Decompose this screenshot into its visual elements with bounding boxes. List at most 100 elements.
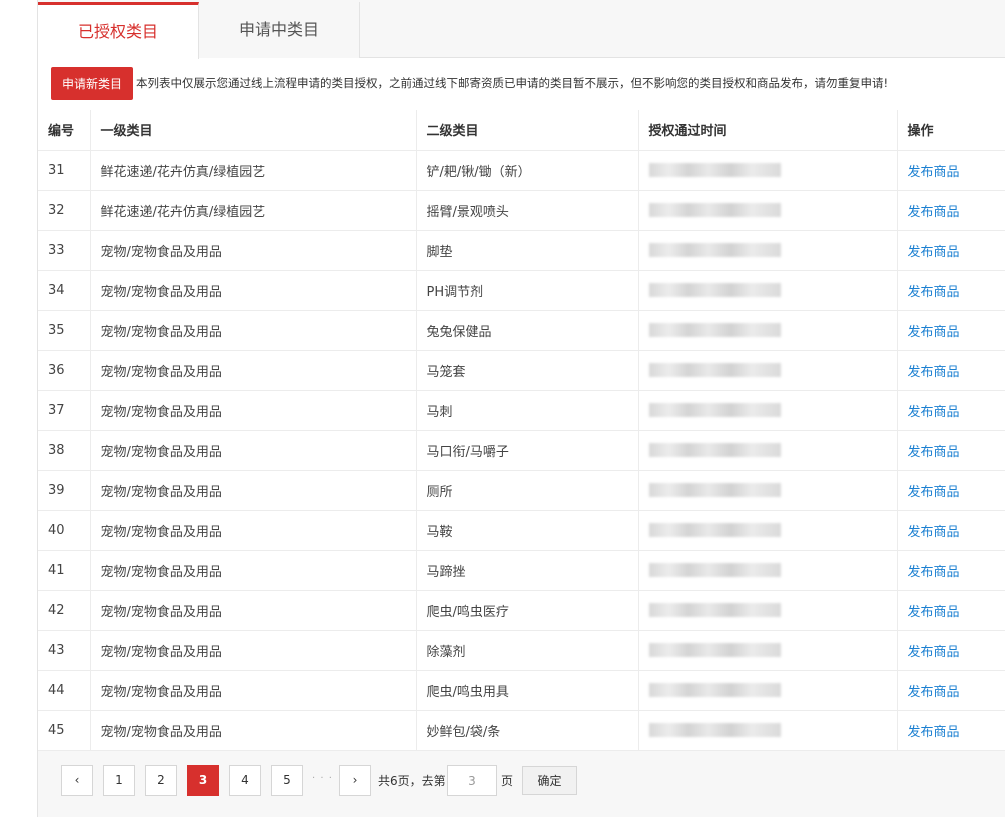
page-button-2[interactable]: 2	[145, 765, 177, 796]
tab-pending-categories[interactable]: 申请中类目	[199, 2, 360, 58]
redacted-time	[648, 643, 781, 657]
page-suffix-text: 页	[501, 774, 514, 788]
cell-approval-time	[637, 350, 897, 391]
cell-approval-time	[637, 270, 897, 311]
cell-level1-category: 宠物/宠物食品及用品	[89, 470, 416, 511]
publish-product-link[interactable]: 发布商品	[908, 685, 960, 700]
header-level1-category: 一级类目	[89, 110, 416, 151]
redacted-time	[648, 683, 781, 697]
table-row: 32 鲜花速递/花卉仿真/绿植园艺 摇臂/景观喷头 发布商品	[38, 190, 1005, 231]
page-button-5[interactable]: 5	[271, 765, 303, 796]
publish-product-link[interactable]: 发布商品	[908, 285, 960, 300]
page-ellipsis: · · ·	[312, 773, 333, 784]
cell-level1-category: 宠物/宠物食品及用品	[89, 590, 416, 631]
table-row: 37 宠物/宠物食品及用品 马刺 发布商品	[38, 390, 1005, 431]
apply-new-category-button[interactable]: 申请新类目	[51, 67, 133, 100]
publish-product-link[interactable]: 发布商品	[908, 405, 960, 420]
redacted-time	[648, 443, 781, 457]
publish-product-link[interactable]: 发布商品	[908, 365, 960, 380]
cell-id: 31	[38, 150, 90, 191]
publish-product-link[interactable]: 发布商品	[908, 205, 960, 220]
cell-action: 发布商品	[896, 310, 1005, 351]
cell-approval-time	[637, 190, 897, 231]
cell-id: 41	[38, 550, 90, 591]
header-approval-time: 授权通过时间	[637, 110, 897, 151]
table-row: 31 鲜花速递/花卉仿真/绿植园艺 铲/耙/锹/锄（新） 发布商品	[38, 150, 1005, 191]
table-row: 45 宠物/宠物食品及用品 妙鲜包/袋/条 发布商品	[38, 710, 1005, 751]
cell-id: 38	[38, 430, 90, 471]
header-id: 编号	[38, 110, 90, 151]
publish-product-link[interactable]: 发布商品	[908, 245, 960, 260]
publish-product-link[interactable]: 发布商品	[908, 325, 960, 340]
goto-page-input[interactable]	[447, 765, 497, 796]
cell-approval-time	[637, 630, 897, 671]
cell-approval-time	[637, 550, 897, 591]
goto-page-confirm-button[interactable]: 确定	[522, 766, 577, 795]
cell-id: 37	[38, 390, 90, 431]
cell-id: 42	[38, 590, 90, 631]
cell-approval-time	[637, 510, 897, 551]
cell-level1-category: 宠物/宠物食品及用品	[89, 350, 416, 391]
cell-approval-time	[637, 430, 897, 471]
cell-action: 发布商品	[896, 230, 1005, 271]
cell-approval-time	[637, 150, 897, 191]
notice-row: 申请新类目 本列表中仅展示您通过线上流程申请的类目授权，之前通过线下邮寄资质已申…	[38, 58, 1005, 110]
tab-authorized-categories[interactable]: 已授权类目	[38, 2, 199, 59]
redacted-time	[648, 283, 781, 297]
cell-level2-category: 马蹄挫	[415, 550, 638, 591]
cell-level2-category: 兔兔保健品	[415, 310, 638, 351]
publish-product-link[interactable]: 发布商品	[908, 565, 960, 580]
cell-level1-category: 宠物/宠物食品及用品	[89, 230, 416, 271]
cell-id: 44	[38, 670, 90, 711]
cell-action: 发布商品	[896, 590, 1005, 631]
redacted-time	[648, 563, 781, 577]
cell-level2-category: 铲/耙/锹/锄（新）	[415, 150, 638, 191]
cell-action: 发布商品	[896, 470, 1005, 511]
category-panel: 已授权类目 申请中类目 申请新类目 本列表中仅展示您通过线上流程申请的类目授权，…	[37, 0, 1005, 817]
publish-product-link[interactable]: 发布商品	[908, 485, 960, 500]
table-row: 43 宠物/宠物食品及用品 除藻剂 发布商品	[38, 630, 1005, 671]
publish-product-link[interactable]: 发布商品	[908, 165, 960, 180]
prev-page-button[interactable]: ‹	[61, 765, 93, 796]
cell-level2-category: 马口衔/马嚼子	[415, 430, 638, 471]
cell-level2-category: 爬虫/鸣虫医疗	[415, 590, 638, 631]
publish-product-link[interactable]: 发布商品	[908, 605, 960, 620]
next-page-button[interactable]: ›	[339, 765, 371, 796]
table-row: 36 宠物/宠物食品及用品 马笼套 发布商品	[38, 350, 1005, 391]
table-body: 31 鲜花速递/花卉仿真/绿植园艺 铲/耙/锹/锄（新） 发布商品 32 鲜花速递/花卉仿…	[38, 150, 1005, 751]
header-action: 操作	[896, 110, 1005, 151]
publish-product-link[interactable]: 发布商品	[908, 445, 960, 460]
page-button-4[interactable]: 4	[229, 765, 261, 796]
cell-approval-time	[637, 670, 897, 711]
cell-action: 发布商品	[896, 150, 1005, 191]
cell-level1-category: 宠物/宠物食品及用品	[89, 310, 416, 351]
cell-level2-category: 妙鲜包/袋/条	[415, 710, 638, 751]
cell-approval-time	[637, 590, 897, 631]
cell-level2-category: 马笼套	[415, 350, 638, 391]
cell-action: 发布商品	[896, 270, 1005, 311]
table-row: 38 宠物/宠物食品及用品 马口衔/马嚼子 发布商品	[38, 430, 1005, 471]
cell-action: 发布商品	[896, 710, 1005, 751]
cell-level1-category: 鲜花速递/花卉仿真/绿植园艺	[89, 190, 416, 231]
cell-level2-category: 摇臂/景观喷头	[415, 190, 638, 231]
cell-approval-time	[637, 310, 897, 351]
publish-product-link[interactable]: 发布商品	[908, 645, 960, 660]
cell-level1-category: 宠物/宠物食品及用品	[89, 270, 416, 311]
cell-id: 45	[38, 710, 90, 751]
redacted-time	[648, 203, 781, 217]
redacted-time	[648, 363, 781, 377]
publish-product-link[interactable]: 发布商品	[908, 725, 960, 740]
cell-approval-time	[637, 390, 897, 431]
category-table: 编号 一级类目 二级类目 授权通过时间 操作 31 鲜花速递/花卉仿真/绿植园艺铲…	[38, 110, 1005, 751]
pagination: ‹ 1 2 3 4 5 · · · › 共6页，去第 页 确定	[38, 751, 1005, 817]
cell-level2-category: 马鞍	[415, 510, 638, 551]
cell-action: 发布商品	[896, 350, 1005, 391]
page-button-1[interactable]: 1	[103, 765, 135, 796]
cell-action: 发布商品	[896, 670, 1005, 711]
cell-id: 43	[38, 630, 90, 671]
redacted-time	[648, 483, 781, 497]
publish-product-link[interactable]: 发布商品	[908, 525, 960, 540]
cell-level1-category: 宠物/宠物食品及用品	[89, 550, 416, 591]
cell-level2-category: 马刺	[415, 390, 638, 431]
page-button-3-current[interactable]: 3	[187, 765, 219, 796]
